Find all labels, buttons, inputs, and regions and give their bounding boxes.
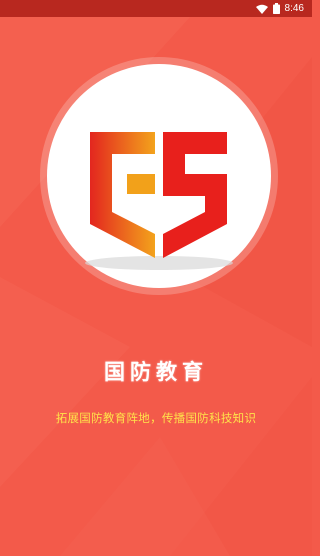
shield-g-logo-icon — [85, 132, 233, 270]
app-title: 国防教育 — [104, 359, 208, 384]
status-icons: 8:46 — [255, 2, 304, 15]
logo-circle — [47, 64, 271, 288]
status-time: 8:46 — [284, 3, 304, 14]
wifi-icon — [255, 4, 268, 14]
status-bar: 8:46 — [0, 0, 312, 17]
battery-icon — [272, 3, 280, 14]
slogan-text: 拓展国防教育阵地，传播国防科技知识 — [55, 411, 257, 425]
